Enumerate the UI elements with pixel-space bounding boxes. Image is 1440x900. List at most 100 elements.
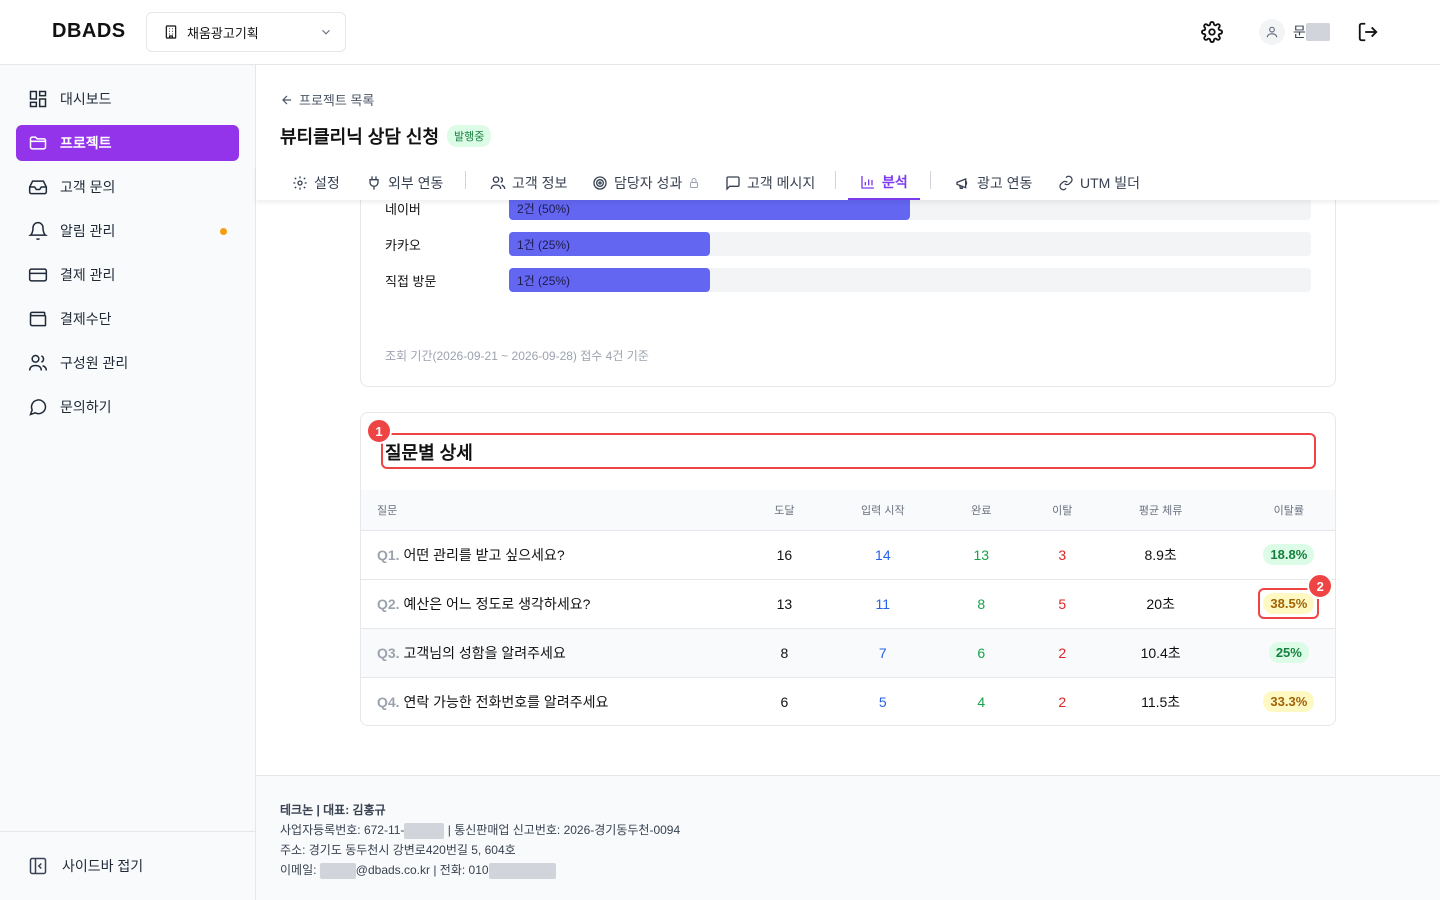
footer-biz-prefix: 사업자등록번호: 672-11- <box>280 823 405 837</box>
question-text: 어떤 관리를 받고 싶으세요? <box>403 546 565 563</box>
inflow-label: 네이버 <box>385 201 421 217</box>
tab-integrations[interactable]: 외부 연동 <box>366 165 443 200</box>
inflow-label: 카카오 <box>385 237 421 253</box>
drop-rate-cell: 33.3% <box>1242 676 1335 725</box>
table-row[interactable]: Q1. 어떤 관리를 받고 싶으세요? 16 14 13 3 8.9초 18.8… <box>361 529 1335 579</box>
footer: 테크논 | 대표: 김홍규 사업자등록번호: 672-11- | 통신판매업 신… <box>256 775 1440 900</box>
reach-cell: 13 <box>719 578 849 628</box>
logout-icon[interactable] <box>1357 21 1379 43</box>
inflow-value: 1건 (25%) <box>517 237 571 252</box>
lock-icon <box>688 177 700 189</box>
tab-label: 설정 <box>314 174 340 191</box>
question-number: Q1. <box>377 546 400 563</box>
credit-card-icon <box>28 265 48 285</box>
start-cell: 5 <box>849 676 917 725</box>
bell-icon <box>28 221 48 241</box>
table-row[interactable]: Q4. 연락 가능한 전화번호를 알려주세요 6 5 4 2 11.5초 33.… <box>361 676 1335 725</box>
done-cell: 13 <box>916 529 1046 579</box>
tab-settings[interactable]: 설정 <box>292 165 340 200</box>
sidebar-collapse-icon <box>28 856 48 876</box>
sidebar-item-label: 구성원 관리 <box>60 355 129 371</box>
sidebar-item-inquiries[interactable]: 고객 문의 <box>16 169 239 205</box>
wallet-icon <box>28 309 48 329</box>
sidebar-item-label: 대시보드 <box>60 91 112 107</box>
drop-cell: 2 <box>1045 676 1079 725</box>
question-table: 질문 도달 입력 시작 완료 이탈 평균 체류 이탈률 Q1. 어떤 관리를 받… <box>361 490 1335 725</box>
sidebar-item-notifications[interactable]: 알림 관리 <box>16 213 239 249</box>
sidebar-item-contact[interactable]: 문의하기 <box>16 389 239 425</box>
avg-dwell-cell: 10.4초 <box>1078 627 1243 677</box>
users-icon <box>490 175 506 191</box>
top-bar: DBADS 채움광고기획 문 <box>0 0 1440 65</box>
sidebar-item-projects[interactable]: 프로젝트 <box>16 125 239 161</box>
user-menu[interactable]: 문 <box>1259 19 1330 45</box>
inflow-value: 1건 (25%) <box>517 273 571 288</box>
question-number: Q2. <box>377 595 400 612</box>
sidebar-item-dashboard[interactable]: 대시보드 <box>16 81 239 117</box>
sidebar-item-payment-methods[interactable]: 결제수단 <box>16 301 239 337</box>
sidebar-item-label: 고객 문의 <box>60 179 116 195</box>
inflow-bar: 1건 (25%) <box>509 232 710 256</box>
done-cell: 8 <box>916 578 1046 628</box>
column-header: 완료 <box>916 490 1046 530</box>
sidebar-item-label: 프로젝트 <box>60 135 112 151</box>
drop-rate-badge: 33.3% <box>1263 691 1315 713</box>
sidebar-item-label: 결제수단 <box>60 311 112 327</box>
sidebar-item-billing[interactable]: 결제 관리 <box>16 257 239 293</box>
users-icon <box>28 353 48 373</box>
back-to-projects-link[interactable]: 프로젝트 목록 <box>280 90 374 109</box>
inflow-value: 2건 (50%) <box>517 201 571 216</box>
tab-divider <box>835 171 836 189</box>
drop-cell: 5 <box>1045 578 1079 628</box>
column-header: 도달 <box>719 490 849 530</box>
chevron-down-icon <box>319 25 333 39</box>
folder-icon <box>28 133 48 153</box>
app-logo[interactable]: DBADS <box>52 20 126 43</box>
question-cell: Q4. 연락 가능한 전화번호를 알려주세요 <box>361 676 720 725</box>
tab-label: UTM 빌더 <box>1080 174 1140 191</box>
avatar <box>1259 19 1285 45</box>
tab-staff-performance[interactable]: 담당자 성과 <box>592 165 700 200</box>
drop-rate-badge: 25% <box>1268 642 1309 663</box>
building-icon <box>163 24 179 40</box>
annotation-marker-1: 1 <box>366 418 392 444</box>
tab-utm-builder[interactable]: UTM 빌더 <box>1058 165 1140 200</box>
drop-rate-badge: 18.8% <box>1263 544 1315 565</box>
workspace-name: 채움광고기획 <box>187 25 259 41</box>
table-row[interactable]: Q2. 예산은 어느 정도로 생각하세요? 13 11 8 5 20초 38.5… <box>361 573 1335 628</box>
highlight-box-rate: 38.5% 2 <box>1258 573 1334 619</box>
drop-rate-cell: 38.5% 2 <box>1242 573 1335 628</box>
inflow-note: 조회 기간(2026-09-21 ~ 2026-09-28) 접수 4건 기준 <box>385 349 649 363</box>
annotation-marker-2: 2 <box>1307 573 1334 599</box>
redacted-text <box>319 862 356 879</box>
reach-cell: 6 <box>719 676 849 725</box>
tab-analytics[interactable]: 분석 <box>848 165 920 200</box>
tab-divider <box>465 171 466 189</box>
tab-ad-integration[interactable]: 광고 연동 <box>955 165 1032 200</box>
footer-biz-suffix: | 통신판매업 신고번호: 2026-경기동두천-0094 <box>444 823 681 837</box>
tab-label: 담당자 성과 <box>614 174 683 191</box>
reach-cell: 8 <box>719 627 849 677</box>
avg-dwell-cell: 11.5초 <box>1078 676 1243 725</box>
tab-customer-info[interactable]: 고객 정보 <box>490 165 567 200</box>
sidebar-item-members[interactable]: 구성원 관리 <box>16 345 239 381</box>
drop-rate-cell: 18.8% <box>1242 529 1335 579</box>
tab-customer-messages[interactable]: 고객 메시지 <box>725 165 815 200</box>
column-header: 질문 <box>361 490 720 530</box>
target-icon <box>592 175 608 191</box>
notification-dot <box>220 228 227 235</box>
question-detail-card: 질문별 상세 1 질문 도달 입력 시작 완료 이탈 평균 체류 이탈률 Q1.… <box>360 412 1336 726</box>
redacted-text <box>404 822 445 839</box>
column-header: 이탈 <box>1045 490 1079 530</box>
inflow-label: 직접 방문 <box>385 273 437 289</box>
settings-gear-icon[interactable] <box>1201 21 1223 43</box>
link-icon <box>1058 175 1074 191</box>
question-text: 연락 가능한 전화번호를 알려주세요 <box>403 693 609 710</box>
footer-company: 테크논 | 대표: 김홍규 <box>280 803 386 817</box>
footer-business-line: 사업자등록번호: 672-11- | 통신판매업 신고번호: 2026-경기동두… <box>280 820 1440 840</box>
workspace-select[interactable]: 채움광고기획 <box>146 12 346 52</box>
start-cell: 11 <box>849 578 917 628</box>
table-row[interactable]: Q3. 고객님의 성함을 알려주세요 8 7 6 2 10.4초 25% <box>361 627 1335 677</box>
done-cell: 6 <box>916 627 1046 677</box>
sidebar-collapse-button[interactable]: 사이드바 접기 <box>0 831 255 900</box>
